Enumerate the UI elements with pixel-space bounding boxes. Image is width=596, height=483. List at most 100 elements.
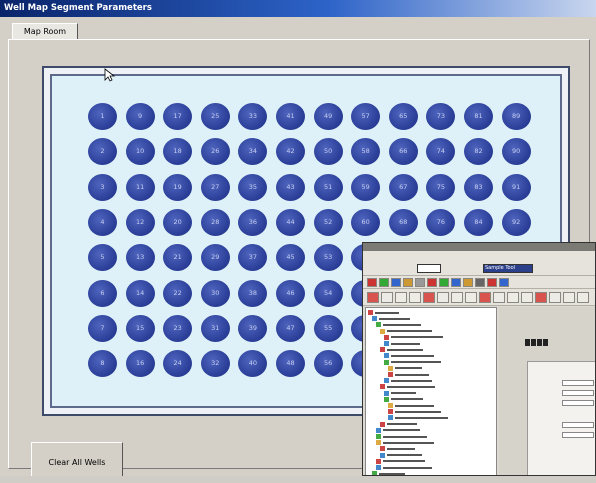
- well[interactable]: 45: [276, 244, 305, 272]
- well[interactable]: 67: [388, 173, 418, 201]
- tree-item[interactable]: [388, 409, 441, 415]
- well[interactable]: 81: [464, 103, 493, 130]
- well[interactable]: 84: [464, 208, 493, 236]
- toolbar-button-icon[interactable]: [549, 292, 561, 303]
- toolbar-button-icon[interactable]: [535, 292, 547, 303]
- well[interactable]: 12: [125, 208, 155, 236]
- well[interactable]: 20: [163, 208, 193, 236]
- zoom-icon[interactable]: [463, 278, 473, 287]
- well[interactable]: 31: [200, 314, 230, 342]
- well[interactable]: 68: [388, 208, 418, 236]
- well[interactable]: 90: [501, 138, 531, 166]
- tree-item[interactable]: [380, 328, 432, 335]
- well[interactable]: 38: [238, 279, 268, 307]
- inset-field-2[interactable]: [562, 390, 594, 396]
- well[interactable]: 65: [388, 103, 418, 130]
- tree-item[interactable]: [380, 347, 423, 353]
- toolbar-button-icon[interactable]: [465, 292, 477, 303]
- toolbar-button-icon[interactable]: [367, 292, 379, 303]
- paste-icon[interactable]: [427, 278, 437, 287]
- well[interactable]: 55: [313, 314, 343, 342]
- well[interactable]: 59: [351, 173, 381, 201]
- well[interactable]: 91: [501, 173, 531, 201]
- tree-item[interactable]: [376, 465, 432, 471]
- help-icon[interactable]: [499, 278, 509, 287]
- tree-item[interactable]: [380, 452, 422, 459]
- well[interactable]: 9: [125, 103, 155, 130]
- well[interactable]: 60: [351, 208, 381, 236]
- tree-item[interactable]: [384, 390, 416, 397]
- inset-field-3[interactable]: [562, 400, 594, 406]
- toolbar-button-icon[interactable]: [451, 292, 463, 303]
- toolbar-button-icon[interactable]: [479, 292, 491, 303]
- well[interactable]: 29: [200, 244, 230, 272]
- well[interactable]: 50: [313, 138, 343, 166]
- tree-item[interactable]: [380, 384, 435, 390]
- tab-map-room[interactable]: Map Room: [12, 23, 78, 39]
- well[interactable]: 75: [426, 173, 456, 201]
- well[interactable]: 92: [501, 208, 531, 236]
- tree-item[interactable]: [384, 341, 420, 347]
- well[interactable]: 16: [125, 350, 155, 378]
- well[interactable]: 6: [88, 279, 117, 307]
- inset-tree-view[interactable]: [365, 307, 497, 475]
- toolbar-button-icon[interactable]: [521, 292, 533, 303]
- well[interactable]: 8: [88, 350, 117, 378]
- tree-item[interactable]: [380, 446, 415, 452]
- tree-item[interactable]: [372, 316, 410, 322]
- toolbar-button-icon[interactable]: [395, 292, 407, 303]
- tree-item[interactable]: [384, 396, 423, 403]
- tree-item[interactable]: [376, 434, 427, 440]
- cut-icon[interactable]: [403, 278, 413, 287]
- well[interactable]: 28: [200, 208, 230, 236]
- well[interactable]: 32: [200, 350, 230, 378]
- well[interactable]: 57: [351, 103, 381, 130]
- well[interactable]: 48: [276, 350, 305, 378]
- inset-field-5[interactable]: [562, 432, 594, 438]
- inset-dropdown-small[interactable]: [417, 264, 441, 273]
- well[interactable]: 51: [313, 173, 343, 201]
- run-icon[interactable]: [475, 278, 485, 287]
- toolbar-button-icon[interactable]: [423, 292, 435, 303]
- well[interactable]: 22: [163, 279, 193, 307]
- tree-item[interactable]: [380, 421, 417, 428]
- inset-field-4[interactable]: [562, 422, 594, 428]
- well[interactable]: 10: [125, 138, 155, 166]
- well[interactable]: 7: [88, 314, 117, 342]
- well[interactable]: 19: [163, 173, 193, 201]
- clear-all-wells-button[interactable]: Clear All Wells: [31, 442, 123, 476]
- well[interactable]: 83: [464, 173, 493, 201]
- toolbar-button-icon[interactable]: [577, 292, 589, 303]
- tree-item[interactable]: [376, 322, 421, 328]
- window-title-bar[interactable]: Well Map Segment Parameters: [0, 0, 596, 17]
- well[interactable]: 30: [200, 279, 230, 307]
- well[interactable]: 52: [313, 208, 343, 236]
- well[interactable]: 66: [388, 138, 418, 166]
- toolbar-button-icon[interactable]: [507, 292, 519, 303]
- toolbar-button-icon[interactable]: [563, 292, 575, 303]
- well[interactable]: 5: [88, 244, 117, 272]
- well[interactable]: 47: [276, 314, 305, 342]
- well[interactable]: 14: [125, 279, 155, 307]
- tree-item[interactable]: [388, 403, 434, 409]
- well[interactable]: 13: [125, 244, 155, 272]
- well[interactable]: 26: [200, 138, 230, 166]
- well[interactable]: 1: [88, 103, 117, 130]
- well[interactable]: 11: [125, 173, 155, 201]
- tree-item[interactable]: [384, 378, 432, 384]
- save-icon[interactable]: [367, 278, 377, 287]
- well[interactable]: 35: [238, 173, 268, 201]
- well[interactable]: 27: [200, 173, 230, 201]
- print-icon[interactable]: [391, 278, 401, 287]
- toolbar-button-icon[interactable]: [409, 292, 421, 303]
- well[interactable]: 44: [276, 208, 305, 236]
- stop-icon[interactable]: [487, 278, 497, 287]
- well[interactable]: 54: [313, 279, 343, 307]
- tree-item[interactable]: [376, 440, 434, 446]
- undo-icon[interactable]: [439, 278, 449, 287]
- toolbar-button-icon[interactable]: [493, 292, 505, 303]
- well[interactable]: 43: [276, 173, 305, 201]
- tree-item[interactable]: [376, 458, 425, 465]
- well[interactable]: 56: [313, 350, 343, 378]
- open-icon[interactable]: [379, 278, 389, 287]
